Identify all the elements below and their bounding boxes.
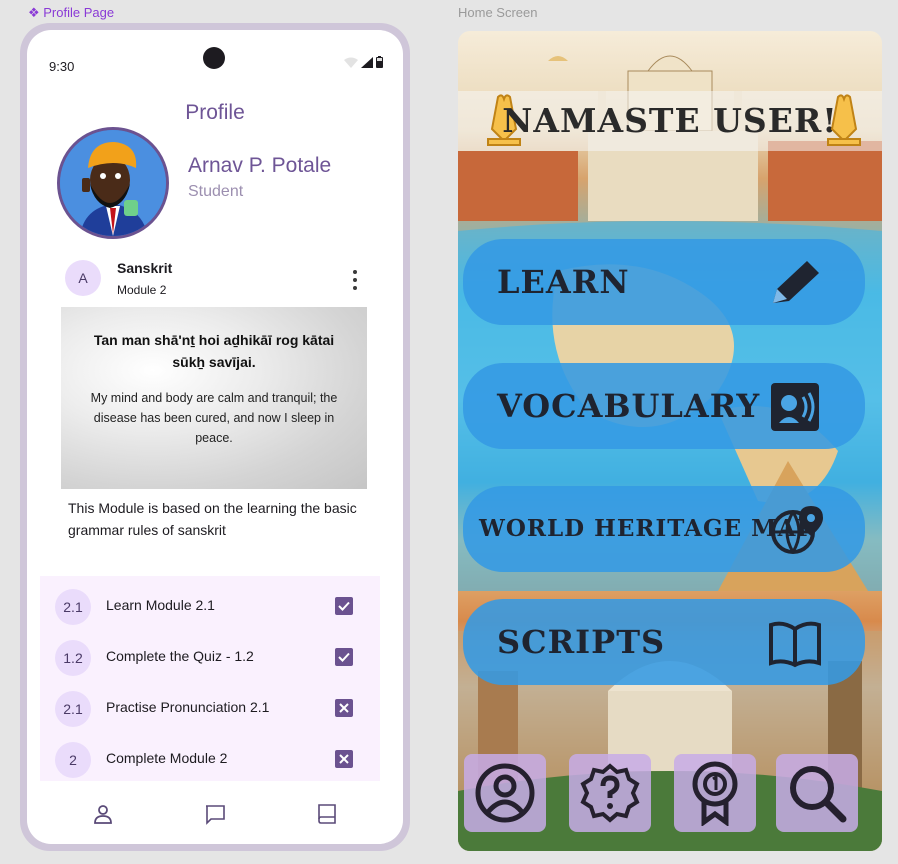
pencil-icon — [773, 261, 819, 303]
task-number: 2.1 — [55, 691, 91, 727]
globe-pin-icon — [771, 506, 823, 554]
scripts-button[interactable]: SCRIPTS — [463, 599, 865, 685]
profile-icon — [475, 763, 535, 823]
profile-phone-frame: 9:30 Profile Arnav P. Potale Student A S… — [20, 23, 410, 851]
task-number: 2.1 — [55, 589, 91, 625]
task-label: Practise Pronunciation 2.1 — [106, 699, 270, 715]
status-bar: 9:30 — [27, 30, 403, 90]
profile-frame-label: ❖ Profile Page — [28, 5, 115, 20]
profile-button[interactable] — [464, 754, 546, 832]
task-list: 2.1 Learn Module 2.1 1.2 Complete the Qu… — [40, 576, 380, 781]
world-heritage-map-label: WORLD HERITAGE MAP — [479, 515, 815, 542]
speaking-icon — [771, 383, 819, 431]
book-icon[interactable] — [307, 794, 347, 834]
course-name: Sanskrit — [117, 260, 173, 276]
bottom-nav — [27, 784, 403, 844]
search-icon — [790, 766, 847, 823]
award-icon — [692, 761, 738, 826]
course-card-header[interactable]: A Sanskrit Module 2 — [65, 260, 365, 300]
avatar[interactable] — [57, 127, 169, 239]
profile-icon[interactable] — [83, 794, 123, 834]
checked-checkbox-icon[interactable] — [335, 597, 353, 615]
user-role: Student — [188, 183, 244, 200]
vocabulary-label: VOCABULARY — [497, 387, 761, 425]
task-label: Complete Module 2 — [106, 750, 228, 766]
list-item[interactable]: 2.1 Learn Module 2.1 — [40, 584, 380, 635]
user-name: Arnav P. Potale — [188, 154, 332, 177]
wifi-icon — [344, 57, 358, 68]
crossed-checkbox-icon[interactable] — [335, 750, 353, 768]
crossed-checkbox-icon[interactable] — [335, 699, 353, 717]
world-heritage-map-button[interactable]: WORLD HERITAGE MAP — [463, 486, 865, 572]
scripts-label: SCRIPTS — [497, 623, 666, 661]
quote-original: Tan man shā'nṯ hoi aḏhikāī rog kātai sūk… — [93, 332, 335, 370]
home-screen: NAMASTE USER! LEARN VOCABULARY WORLD HER… — [458, 31, 882, 851]
vocabulary-button[interactable]: VOCABULARY — [463, 363, 865, 449]
checked-checkbox-icon[interactable] — [335, 648, 353, 666]
award-button[interactable] — [674, 754, 756, 832]
course-badge: A — [65, 260, 101, 296]
home-frame-label: Home Screen — [458, 5, 538, 20]
greeting-banner: NAMASTE USER! — [458, 91, 882, 151]
list-item[interactable]: 2 Complete Module 2 — [40, 737, 380, 788]
chat-icon[interactable] — [195, 794, 235, 834]
task-label: Learn Module 2.1 — [106, 597, 215, 613]
learn-button[interactable]: LEARN — [463, 239, 865, 325]
list-item[interactable]: 1.2 Complete the Quiz - 1.2 — [40, 635, 380, 686]
greeting-text: NAMASTE USER! — [502, 101, 838, 140]
open-book-icon — [769, 621, 821, 668]
camera-notch — [203, 47, 225, 69]
task-label: Complete the Quiz - 1.2 — [106, 648, 254, 664]
more-options-icon[interactable] — [345, 268, 365, 292]
status-icons — [344, 56, 383, 68]
battery-icon — [376, 56, 383, 68]
help-button[interactable] — [569, 754, 651, 832]
quote-translation: My mind and body are calm and tranquil; … — [90, 391, 338, 445]
task-number: 2 — [55, 742, 91, 778]
task-number: 1.2 — [55, 640, 91, 676]
help-icon — [580, 763, 640, 823]
quote-card: Tan man shā'nṯ hoi aḏhikāī rog kātai sūk… — [61, 307, 367, 489]
profile-screen: 9:30 Profile Arnav P. Potale Student A S… — [27, 30, 403, 844]
signal-icon — [361, 57, 373, 68]
module-description: This Module is based on the learning the… — [68, 500, 357, 538]
status-time: 9:30 — [49, 59, 75, 74]
namaste-hands-icon — [827, 94, 861, 146]
list-item[interactable]: 2.1 Practise Pronunciation 2.1 — [40, 686, 380, 737]
learn-label: LEARN — [497, 263, 630, 301]
page-title: Profile — [185, 101, 245, 124]
search-button[interactable] — [776, 754, 858, 832]
course-module: Module 2 — [117, 283, 167, 297]
